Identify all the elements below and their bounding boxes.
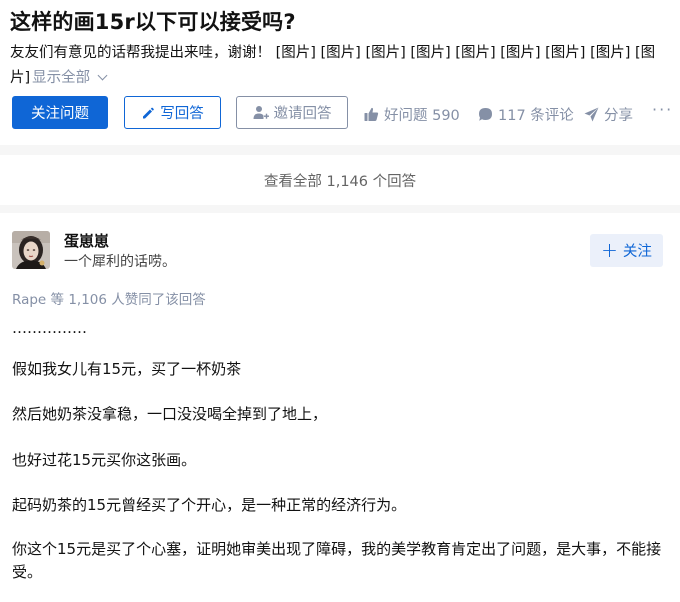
- answer-paragraph: 然后她奶茶没拿稳，一口没没喝全掉到了地上，: [12, 405, 328, 423]
- author-name[interactable]: 蛋崽崽: [64, 230, 109, 251]
- plus-icon: +: [601, 237, 618, 262]
- more-options-button[interactable]: ···: [652, 100, 673, 119]
- good-question-label: 好问题 590: [384, 108, 460, 124]
- question-card: 这样的画15r以下可以接受吗? 友友们有意见的话帮我提出来哇，谢谢！ [图片] …: [0, 0, 680, 145]
- good-question-button[interactable]: 好问题 590: [364, 104, 460, 125]
- paper-plane-icon: [584, 107, 599, 122]
- follow-question-label: 关注问题: [31, 106, 89, 122]
- author-bio: 一个犀利的话唠。: [64, 254, 176, 270]
- view-all-answers-button[interactable]: 查看全部 1,146 个回答: [0, 155, 680, 205]
- answer-paragraph: 假如我女儿有15元，买了一杯奶茶: [12, 360, 242, 378]
- answer-card: 蛋崽崽 一个犀利的话唠。 + 关注 Rape 等 1,106 人赞同了该回答 ……: [0, 213, 680, 602]
- invite-user-icon: [253, 105, 269, 120]
- show-all-link[interactable]: 显示全部: [32, 70, 108, 86]
- follow-question-button[interactable]: 关注问题: [12, 96, 108, 129]
- write-answer-button[interactable]: 写回答: [124, 96, 221, 129]
- share-label: 分享: [604, 108, 633, 124]
- avatar[interactable]: [12, 231, 50, 269]
- share-button[interactable]: 分享: [584, 104, 633, 125]
- view-all-answers-label: 查看全部 1,146 个回答: [263, 173, 417, 190]
- question-title[interactable]: 这样的画15r以下可以接受吗?: [10, 6, 296, 36]
- follow-author-label: 关注: [622, 244, 652, 260]
- comments-label: 117 条评论: [498, 108, 574, 124]
- invite-answer-button[interactable]: 邀请回答: [236, 96, 348, 129]
- comment-bubble-icon: [478, 107, 493, 122]
- vote-summary: Rape 等 1,106 人赞同了该回答: [12, 292, 206, 308]
- pencil-icon: [141, 106, 155, 120]
- follow-author-button[interactable]: + 关注: [590, 234, 663, 267]
- comments-button[interactable]: 117 条评论: [478, 104, 574, 125]
- answer-paragraph: 你这个15元是买了个心塞，证明她审美出现了障碍，我的美学教育肯定出了问题，是大事…: [12, 540, 662, 581]
- write-answer-label: 写回答: [160, 106, 204, 122]
- answer-paragraph: 起码奶茶的15元曾经买了个开心，是一种正常的经济行为。: [12, 496, 407, 514]
- question-detail-text: 友友们有意见的话帮我提出来哇，谢谢！ [图片] [图片] [图片] [图片] […: [10, 45, 656, 86]
- chevron-down-icon: [97, 70, 108, 81]
- question-detail: 友友们有意见的话帮我提出来哇，谢谢！ [图片] [图片] [图片] [图片] […: [10, 41, 672, 91]
- answer-paragraph: 也好过花15元买你这张画。: [12, 451, 197, 469]
- thumbs-up-icon: [364, 107, 379, 122]
- answer-paragraph: ……………: [12, 319, 87, 337]
- invite-answer-label: 邀请回答: [273, 106, 332, 122]
